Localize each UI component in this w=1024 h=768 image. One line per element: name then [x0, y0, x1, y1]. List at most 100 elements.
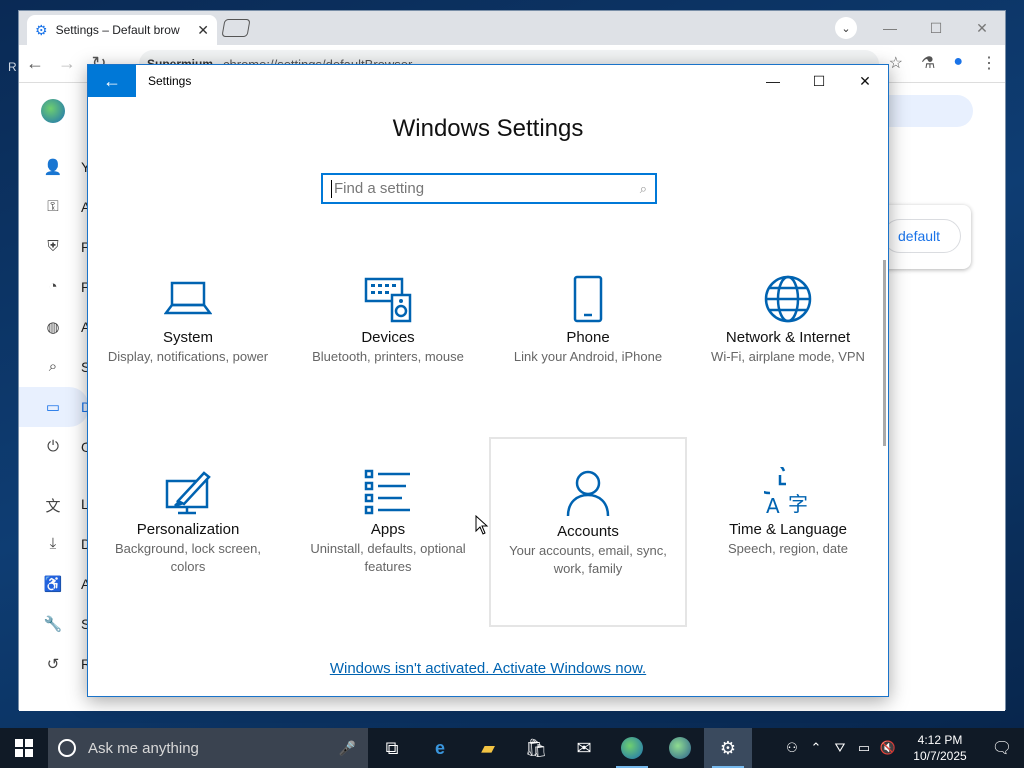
close-button[interactable]: ✕	[959, 20, 1005, 37]
taskbar: Ask me anything 🎤 ⧉ e ▰ 🛍 ✉ ⚙ ⚇ ⌃ ⛛ ▭ 🔇 …	[0, 728, 1024, 768]
tile-accounts[interactable]: Accounts Your accounts, email, sync, wor…	[489, 437, 687, 627]
mouse-cursor-icon	[475, 515, 489, 535]
reset-icon[interactable]: ↺	[43, 655, 63, 675]
key-icon[interactable]: ⚿	[43, 198, 63, 218]
svg-text:A: A	[766, 494, 780, 515]
translate-icon[interactable]: 文	[43, 495, 63, 515]
tile-personalization[interactable]: Personalization Background, lock screen,…	[89, 467, 287, 655]
activate-windows-link[interactable]: Windows isn't activated. Activate Window…	[88, 660, 888, 677]
back-arrow-icon[interactable]: ←	[19, 53, 51, 74]
search-placeholder: Find a setting	[334, 180, 425, 197]
phone-icon	[573, 275, 603, 323]
clock[interactable]: 4:12 PM 10/7/2025	[900, 732, 980, 764]
tile-network-internet[interactable]: Network & Internet Wi-Fi, airplane mode,…	[689, 275, 887, 463]
page-title: Windows Settings	[392, 115, 584, 142]
supermium-logo-icon	[41, 99, 65, 123]
search-icon: ⌕	[639, 180, 647, 196]
close-tab-icon[interactable]: ✕	[197, 22, 209, 39]
tile-title: Accounts	[557, 523, 619, 540]
laptop-icon	[164, 281, 212, 315]
people-icon[interactable]: ⚇	[780, 740, 804, 756]
browser-window-controls: — ☐ ✕	[867, 11, 1005, 45]
keyboard-speaker-icon	[364, 277, 412, 323]
new-tab-button[interactable]	[221, 19, 251, 37]
scrollbar-thumb[interactable]	[883, 260, 886, 446]
chevron-up-icon[interactable]: ⌃	[804, 740, 828, 756]
tile-description: Speech, region, date	[728, 541, 848, 556]
tab-search-chevron-icon[interactable]: ⌄	[835, 17, 857, 39]
network-icon[interactable]: ⛛	[828, 740, 852, 756]
clock-language-icon: A 字	[764, 467, 808, 515]
download-icon[interactable]: ⤓	[43, 535, 63, 555]
gear-icon: ⚙	[35, 21, 48, 38]
cortana-placeholder: Ask me anything	[88, 739, 199, 757]
tile-title: Time & Language	[729, 521, 847, 538]
tile-phone[interactable]: Phone Link your Android, iPhone	[489, 275, 687, 463]
search-icon[interactable]: ⌕	[43, 358, 63, 378]
text-caret	[331, 179, 332, 198]
cortana-search-box[interactable]: Ask me anything 🎤	[48, 728, 368, 768]
edge-browser-icon[interactable]: e	[416, 728, 464, 768]
settings-window-controls: — ☐ ✕	[750, 65, 888, 97]
palette-icon[interactable]: ◍	[43, 318, 63, 338]
start-button[interactable]	[0, 728, 48, 768]
profile-avatar-icon[interactable]: ●	[953, 53, 963, 73]
tile-description: Bluetooth, printers, mouse	[312, 349, 464, 364]
windows-settings-window: ← Settings — ☐ ✕ Windows Settings Find a…	[87, 64, 889, 697]
default-browser-card: default	[879, 205, 971, 269]
forward-arrow-icon[interactable]: →	[51, 53, 83, 74]
minimize-button[interactable]: —	[867, 20, 913, 36]
back-arrow-icon[interactable]: ←	[88, 65, 136, 97]
microphone-icon[interactable]: 🎤	[339, 740, 356, 757]
maximize-button[interactable]: ☐	[913, 20, 959, 37]
tile-title: Phone	[566, 329, 610, 346]
clock-date: 10/7/2025	[913, 749, 967, 763]
accessibility-icon[interactable]: ♿	[43, 575, 63, 595]
settings-window-title: Settings	[148, 74, 192, 88]
mail-icon[interactable]: ✉	[560, 728, 608, 768]
make-default-label: default	[898, 228, 941, 244]
tile-system[interactable]: System Display, notifications, power	[89, 275, 287, 463]
tile-description: Display, notifications, power	[107, 349, 269, 364]
close-button[interactable]: ✕	[842, 65, 888, 97]
find-setting-input[interactable]: Find a setting ⌕	[321, 173, 657, 204]
bookmark-star-icon[interactable]: ☆	[889, 53, 903, 73]
maximize-button[interactable]: ☐	[796, 65, 842, 97]
notification-center-icon[interactable]: 🗨	[980, 738, 1024, 758]
make-default-button[interactable]: default	[883, 219, 961, 253]
tile-devices[interactable]: Devices Bluetooth, printers, mouse	[289, 275, 487, 463]
windows-logo-icon	[15, 739, 33, 757]
person-icon	[566, 470, 610, 517]
browser-tab-settings[interactable]: ⚙ Settings – Default brow ✕	[27, 15, 217, 45]
tile-description: Uninstall, defaults, optional features	[310, 541, 466, 574]
person-icon[interactable]: 👤	[43, 158, 63, 178]
labs-flask-icon[interactable]: ⚗	[921, 53, 935, 73]
tile-description: Link your Android, iPhone	[513, 349, 663, 364]
store-icon[interactable]: 🛍	[512, 728, 560, 768]
file-explorer-icon[interactable]: ▰	[464, 728, 512, 768]
settings-taskbar-icon[interactable]: ⚙	[704, 728, 752, 768]
power-icon[interactable]: ⏻	[43, 438, 63, 458]
wrench-icon[interactable]: 🔧	[43, 615, 63, 635]
speedometer-icon[interactable]: ◔	[43, 278, 63, 298]
tile-apps[interactable]: Apps Uninstall, defaults, optional featu…	[289, 467, 487, 655]
minimize-button[interactable]: —	[750, 65, 796, 97]
tile-time-language[interactable]: A 字 Time & Language Speech, region, date	[689, 467, 887, 655]
tile-description: Your accounts, email, sync, work, family	[509, 543, 667, 576]
monitor-icon[interactable]: ▭	[852, 740, 876, 756]
settings-titlebar: ← Settings — ☐ ✕	[88, 65, 888, 97]
tile-title: System	[162, 329, 213, 346]
tile-title: Personalization	[136, 521, 240, 538]
menu-dots-icon[interactable]: ⋮	[981, 53, 997, 73]
paint-screen-icon	[165, 471, 211, 515]
desktop-icon-label: R	[8, 60, 17, 74]
volume-muted-icon[interactable]: 🔇	[876, 740, 900, 756]
browser-window-icon[interactable]: ▭	[43, 398, 63, 418]
task-view-icon[interactable]: ⧉	[368, 728, 416, 768]
supermium-taskbar-icon[interactable]	[608, 728, 656, 768]
shield-icon[interactable]: ⛨	[43, 238, 63, 258]
tile-description: Wi-Fi, airplane mode, VPN	[711, 349, 865, 364]
supermium-alt-taskbar-icon[interactable]	[656, 728, 704, 768]
app-list-icon	[364, 469, 410, 515]
toolbar-actions: ☆ ⚗ ● ⋮	[889, 53, 997, 73]
